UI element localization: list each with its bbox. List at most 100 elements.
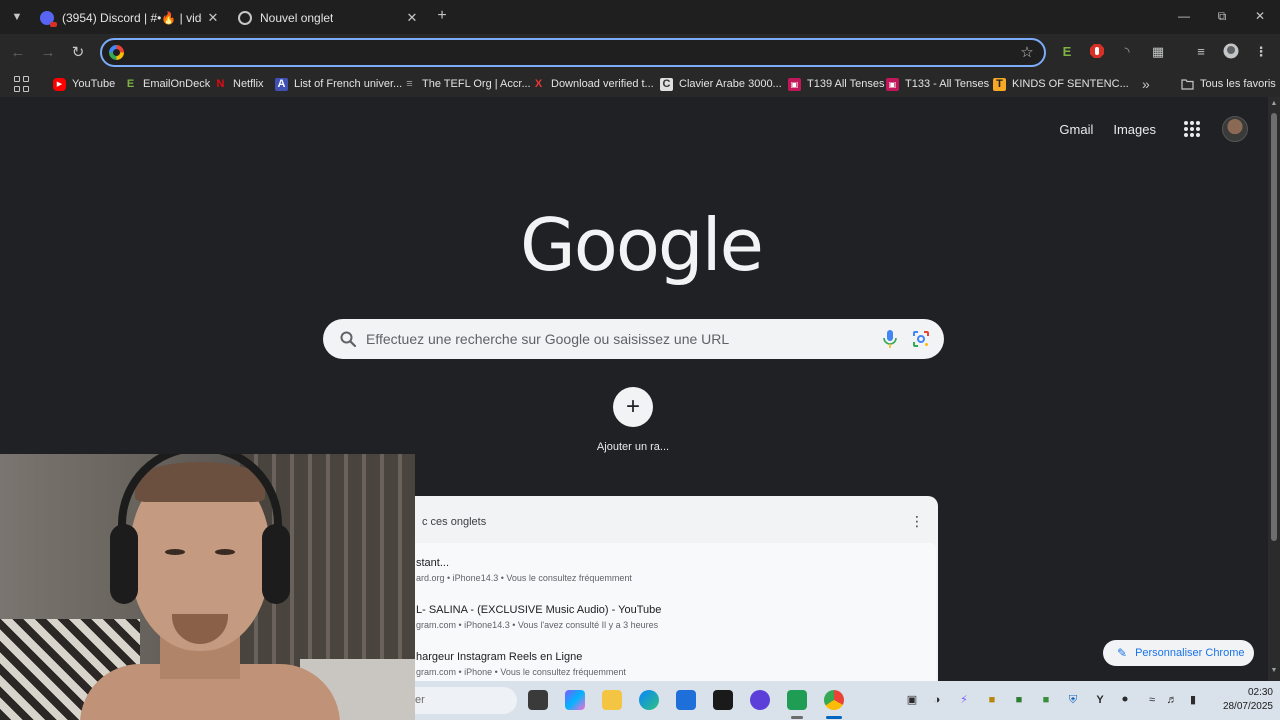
clock[interactable]: 02:30 28/07/2025: [1211, 686, 1273, 714]
extensions-puzzle-icon[interactable]: ▦: [1149, 43, 1167, 61]
file-explorer-icon[interactable]: [602, 690, 622, 710]
scroll-down-arrow-icon[interactable]: ▼: [1270, 667, 1278, 675]
taskbar-search[interactable]: er: [415, 687, 517, 714]
tray-camera-icon[interactable]: ▣: [905, 693, 919, 707]
search-input[interactable]: [366, 329, 866, 349]
list-item[interactable]: stant... ard.org • iPhone14.3 • Vous le …: [416, 557, 916, 583]
media-control-icon[interactable]: ≡: [1192, 43, 1210, 61]
emailondeck-icon: E: [126, 77, 135, 90]
chrome-favicon-icon: [238, 11, 252, 25]
tab-title: (3954) Discord | #•🔥 | video-r...: [62, 11, 202, 25]
tab-strip: ▼ (3954) Discord | #•🔥 | video-r... ✕ No…: [0, 0, 1280, 34]
bookmarks-overflow-chevron-icon[interactable]: »: [1142, 76, 1150, 92]
clavier-icon: C: [660, 77, 673, 91]
apps-grid-icon[interactable]: [14, 76, 30, 92]
flag-icon: ▣: [788, 77, 801, 91]
yahoo-icon[interactable]: [713, 690, 733, 710]
tray-nvidia-icon[interactable]: ■: [1039, 693, 1053, 707]
flag-icon: ▣: [886, 77, 899, 91]
headphones-band: [118, 454, 282, 564]
pencil-icon: ✎: [1117, 646, 1128, 660]
browser-window: ▼ (3954) Discord | #•🔥 | video-r... ✕ No…: [0, 0, 1280, 720]
bookmark-folder-all[interactable]: Tous les favoris: [1181, 76, 1276, 92]
page-scrollbar[interactable]: ▲ ▼: [1268, 97, 1280, 720]
google-search-box[interactable]: [323, 319, 944, 359]
tray-bolt-icon[interactable]: ⚡: [957, 693, 971, 707]
bookmark-clavier-arabe[interactable]: C Clavier Arabe 3000...: [660, 76, 782, 92]
bookmark-star-icon[interactable]: ☆: [1018, 44, 1036, 62]
bookmark-french-universities[interactable]: A List of French univer...: [275, 76, 402, 92]
profile-avatar-icon[interactable]: [1222, 43, 1240, 61]
youtube-icon: ▶: [53, 77, 66, 91]
bookmark-tefl-org[interactable]: ≡ The TEFL Org | Accr...: [403, 76, 530, 92]
shortcut-label: Ajouter un ra...: [596, 441, 670, 453]
list-item-subtitle: ard.org • iPhone14.3 • Vous le consultez…: [416, 573, 632, 583]
tab-search-chevron-icon[interactable]: ▼: [8, 8, 26, 26]
bookmark-t139-all-tenses[interactable]: ▣ T139 All Tenses: [788, 76, 884, 92]
extension-e-icon[interactable]: E: [1058, 43, 1076, 61]
google-apps-icon[interactable]: [1184, 121, 1200, 137]
tab-new-tab[interactable]: Nouvel onglet ✕: [230, 4, 422, 32]
battery-icon[interactable]: ▮: [1186, 693, 1200, 707]
account-avatar[interactable]: [1222, 116, 1248, 142]
add-shortcut[interactable]: + Ajouter un ra...: [590, 387, 676, 453]
new-tab-plus-icon[interactable]: +: [434, 8, 450, 24]
bookmark-t133-all-tenses[interactable]: ▣ T133 - All Tenses: [886, 76, 989, 92]
scroll-thumb[interactable]: [1271, 113, 1277, 541]
tray-shield-icon[interactable]: ⛨: [1066, 693, 1080, 707]
forward-arrow-icon[interactable]: →: [38, 43, 58, 63]
windows-taskbar: er ▣ ◑ ⚡ ■ ■ ■ ⛨ Y ⚫ ≈ ♬ ▮ 02:30 28/07/2…: [415, 681, 1280, 720]
google-lens-icon[interactable]: [911, 329, 931, 349]
scroll-up-arrow-icon[interactable]: ▲: [1270, 100, 1278, 108]
bookmark-download-verified[interactable]: X Download verified t...: [532, 76, 654, 92]
customize-chrome-button[interactable]: ✎ Personnaliser Chrome: [1103, 640, 1254, 666]
store-icon[interactable]: [676, 690, 696, 710]
chrome-taskbar-icon[interactable]: [824, 690, 844, 710]
list-item[interactable]: hargeur Instagram Reels en Ligne gram.co…: [416, 651, 916, 677]
tray-hide-icon[interactable]: ◑: [930, 693, 944, 707]
top-links: Gmail Images: [1059, 116, 1248, 142]
extension-arc-icon[interactable]: ◝: [1118, 43, 1136, 61]
bookmarks-bar: ▶ YouTube E EmailOnDeck N Netflix A List…: [0, 71, 1280, 97]
omnibox[interactable]: ☆: [100, 38, 1046, 67]
list-item-title: stant...: [416, 557, 450, 569]
bookmark-emailondeck[interactable]: E EmailOnDeck: [124, 76, 210, 92]
back-arrow-icon[interactable]: ←: [8, 43, 28, 63]
bookmark-kinds-of-sentences[interactable]: T KINDS OF SENTENC...: [993, 76, 1129, 92]
bookmark-netflix[interactable]: N Netflix: [214, 76, 264, 92]
tab-close-icon[interactable]: ✕: [206, 11, 220, 25]
tab-title: Nouvel onglet: [260, 11, 334, 25]
list-item[interactable]: L- SALINA - (EXCLUSIVE Music Audio) - Yo…: [416, 604, 916, 630]
wifi-icon[interactable]: ≈: [1145, 693, 1159, 707]
copilot-icon[interactable]: [565, 690, 585, 710]
menu-kebab-icon[interactable]: ⋮: [1252, 43, 1270, 61]
tray-microphone-icon[interactable]: ⚫: [1118, 693, 1132, 707]
gmail-link[interactable]: Gmail: [1059, 122, 1093, 137]
images-link[interactable]: Images: [1113, 122, 1156, 137]
minimize-icon[interactable]: —: [1176, 8, 1192, 24]
wikipedia-icon: A: [275, 77, 288, 91]
tray-yahoo-icon[interactable]: Y: [1093, 693, 1107, 707]
webcam-overlay: [0, 454, 415, 720]
tray-app-icon[interactable]: ■: [985, 693, 999, 707]
reload-icon[interactable]: ↻: [68, 43, 88, 63]
chatgpt-app-icon[interactable]: [787, 690, 807, 710]
task-view-icon[interactable]: [528, 690, 548, 710]
tab-close-icon[interactable]: ✕: [405, 11, 419, 25]
google-g-icon: [109, 45, 124, 60]
restore-icon[interactable]: ⧉: [1214, 8, 1230, 24]
edge-icon[interactable]: [639, 690, 659, 710]
card-menu-kebab-icon[interactable]: ⋮: [910, 514, 924, 528]
tab-discord[interactable]: (3954) Discord | #•🔥 | video-r... ✕: [40, 4, 220, 32]
bookmark-youtube[interactable]: ▶ YouTube: [53, 76, 115, 92]
list-item-subtitle: gram.com • iPhone • Vous le consultez fr…: [416, 667, 626, 677]
extension-stop-hand-icon[interactable]: [1088, 43, 1106, 61]
volume-icon[interactable]: ♬: [1165, 693, 1179, 707]
app-circle-icon[interactable]: [750, 690, 770, 710]
omnibox-input[interactable]: [130, 43, 1000, 62]
tray-app-icon[interactable]: ■: [1012, 693, 1026, 707]
microphone-icon[interactable]: [881, 329, 899, 349]
plus-icon: +: [613, 387, 653, 427]
window-close-icon[interactable]: ✕: [1252, 8, 1268, 24]
search-icon: [340, 331, 357, 348]
